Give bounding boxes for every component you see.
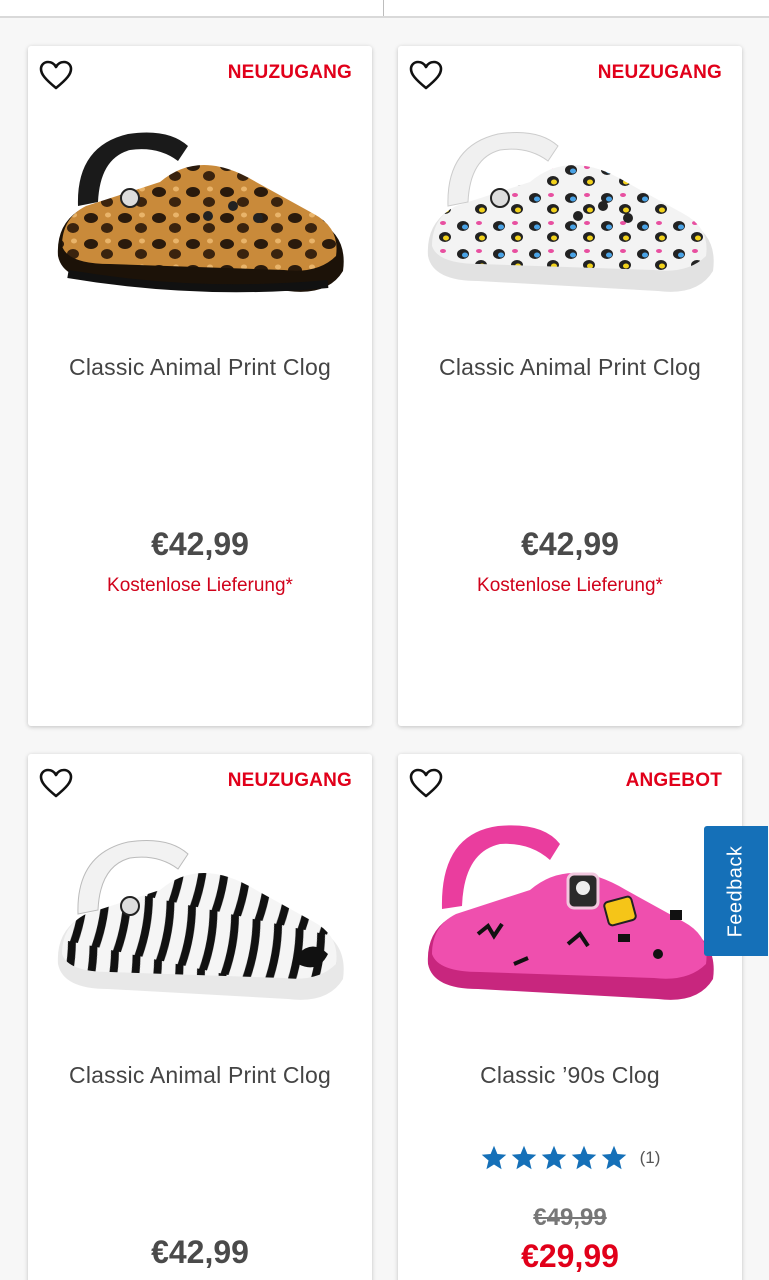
- wishlist-heart-icon[interactable]: [408, 58, 444, 92]
- product-rating[interactable]: (1): [398, 1144, 742, 1172]
- product-image-zebra-clog[interactable]: [48, 814, 352, 1009]
- filter-bar-underline: [0, 16, 769, 18]
- wishlist-heart-icon[interactable]: [408, 766, 444, 800]
- review-count: (1): [639, 1148, 661, 1167]
- product-card[interactable]: ANGEBOT Classic ’90s Clog (1) €49,99 €29…: [398, 754, 742, 1280]
- product-title[interactable]: Classic Animal Print Clog: [28, 354, 372, 381]
- product-price: €42,99: [151, 526, 249, 562]
- product-price: €42,99: [521, 526, 619, 562]
- star-icon: [571, 1145, 596, 1170]
- product-title[interactable]: Classic ’90s Clog: [398, 1062, 742, 1089]
- wishlist-heart-icon[interactable]: [38, 766, 74, 800]
- filter-bar-divider: [383, 0, 384, 16]
- product-price: €42,99: [151, 1234, 249, 1270]
- product-image-pink-90s-clog[interactable]: [418, 814, 722, 1009]
- wishlist-heart-icon[interactable]: [38, 58, 74, 92]
- star-icon: [541, 1145, 566, 1170]
- feedback-tab[interactable]: Feedback: [704, 826, 768, 956]
- product-title[interactable]: Classic Animal Print Clog: [28, 1062, 372, 1089]
- free-delivery-note: Kostenlose Lieferung*: [477, 575, 663, 596]
- original-price: €49,99: [533, 1204, 607, 1231]
- product-card[interactable]: NEUZUGANG Classic Animal Print Clog €42,…: [28, 754, 372, 1280]
- product-image-leopard-clog[interactable]: [48, 106, 352, 301]
- free-delivery-note: Kostenlose Lieferung*: [107, 575, 293, 596]
- sale-price: €29,99: [521, 1238, 619, 1274]
- star-icon: [601, 1145, 626, 1170]
- sale-badge: ANGEBOT: [625, 770, 722, 791]
- star-icon: [511, 1145, 536, 1170]
- feedback-label: Feedback: [724, 845, 747, 937]
- product-grid-page: NEUZUGANG Classic Animal Print Clog €42,…: [0, 0, 769, 1280]
- new-arrival-badge: NEUZUGANG: [597, 62, 722, 83]
- filter-bar: [0, 0, 769, 18]
- new-arrival-badge: NEUZUGANG: [227, 62, 352, 83]
- product-card[interactable]: NEUZUGANG Classic Animal Print Clog €42,…: [28, 46, 372, 726]
- product-image-multicolor-leopard-clog[interactable]: [418, 106, 722, 301]
- star-icon: [481, 1145, 506, 1170]
- product-title[interactable]: Classic Animal Print Clog: [398, 354, 742, 381]
- product-card[interactable]: NEUZUGANG Classic Animal Print Clog €42,…: [398, 46, 742, 726]
- new-arrival-badge: NEUZUGANG: [227, 770, 352, 791]
- rating-stars: [480, 1144, 628, 1172]
